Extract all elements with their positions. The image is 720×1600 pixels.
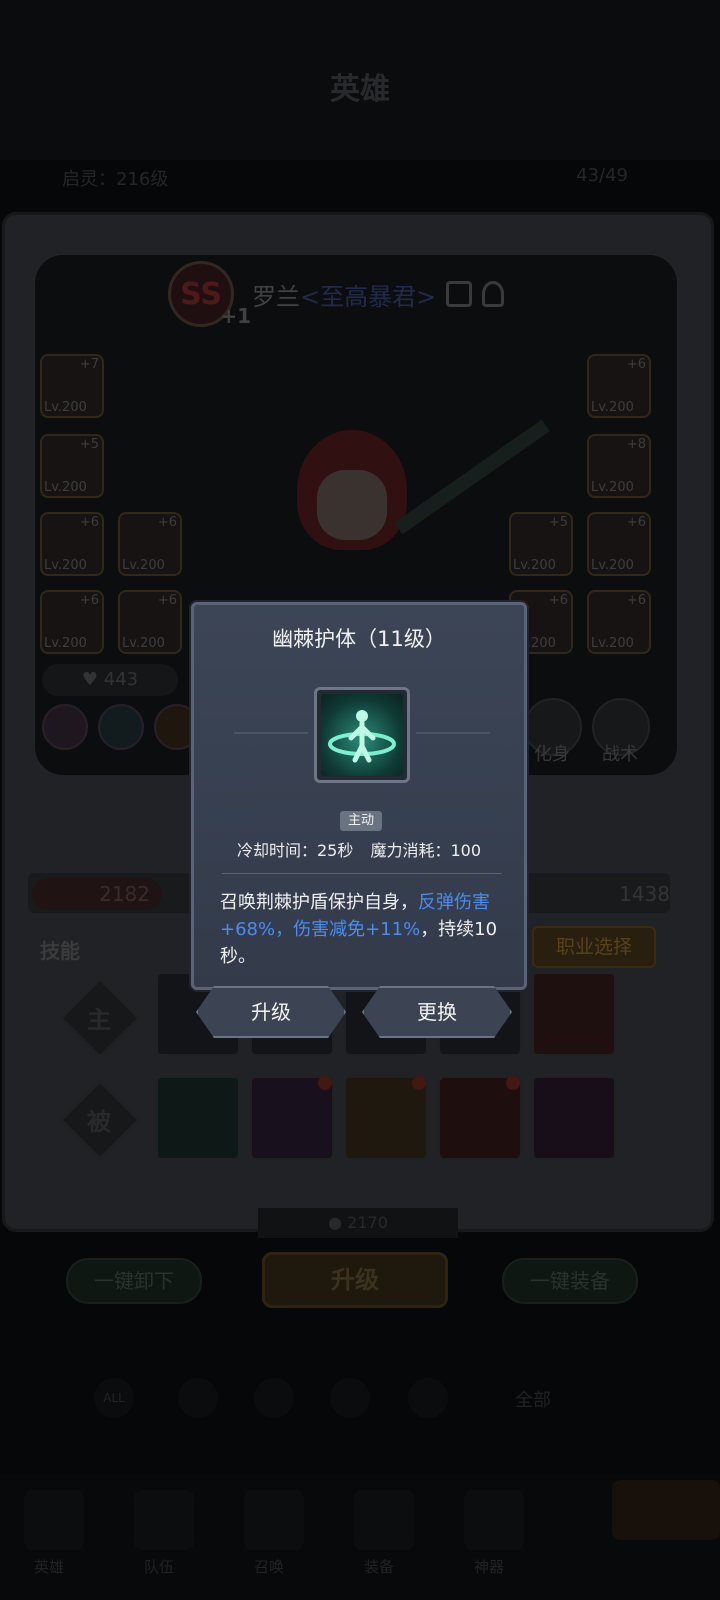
popup-title: 幽棘护体（11级） <box>272 627 446 651</box>
divider <box>222 873 502 874</box>
skill-detail-popup: 幽棘护体（11级） 主动 冷却时间：25秒 魔力消耗：100 召唤荆棘护盾保护自… <box>191 602 527 990</box>
decor-line <box>234 732 308 734</box>
skill-stats: 冷却时间：25秒 魔力消耗：100 <box>194 837 524 861</box>
skill-icon-frame <box>314 687 410 783</box>
skill-replace-button[interactable]: 更换 <box>362 986 512 1038</box>
mana-cost-text: 魔力消耗：100 <box>370 841 481 860</box>
thorn-shield-skill-icon <box>321 694 403 776</box>
skill-description: 召唤荆棘护盾保护自身，反弹伤害+68%，伤害减免+11%，持续10秒。 <box>220 892 498 967</box>
skill-upgrade-button[interactable]: 升级 <box>196 986 346 1038</box>
cooldown-text: 冷却时间：25秒 <box>236 841 354 860</box>
active-skill-tag: 主动 <box>340 811 382 831</box>
decor-line <box>416 732 490 734</box>
